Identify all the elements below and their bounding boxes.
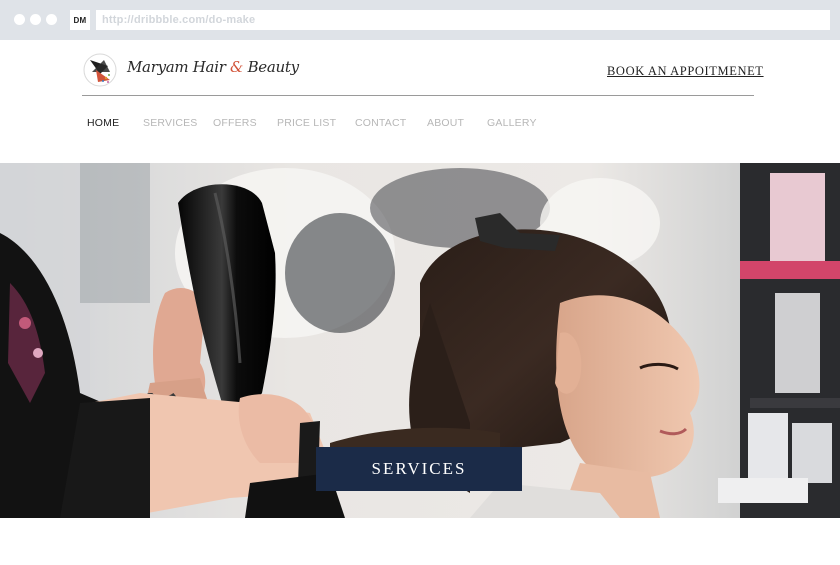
- header-divider: [82, 95, 754, 96]
- nav-item-services[interactable]: SERVICES: [143, 117, 198, 129]
- nav-item-about[interactable]: ABOUT: [427, 117, 464, 129]
- nav-item-home[interactable]: HOME: [87, 117, 119, 129]
- address-bar[interactable]: http://dribbble.com/do-make: [96, 10, 830, 30]
- nav-item-gallery[interactable]: GALLERY: [487, 117, 537, 129]
- browser-chrome: DM http://dribbble.com/do-make: [0, 0, 840, 40]
- logo-text-end: Beauty: [243, 58, 300, 76]
- services-button[interactable]: SERVICES: [316, 447, 522, 491]
- window-close-dot[interactable]: [14, 14, 25, 25]
- nav-item-offers[interactable]: OFFERS: [213, 117, 257, 129]
- logo-text-main: Maryam Hair: [127, 58, 231, 76]
- logo-ampersand: &: [230, 58, 244, 76]
- nav-item-price-list[interactable]: PRICE LIST: [277, 117, 336, 129]
- logo-icon[interactable]: [82, 52, 118, 88]
- site-favicon: DM: [70, 10, 90, 30]
- logo-wordmark[interactable]: Maryam Hair & Beauty: [127, 58, 299, 76]
- book-appointment-link[interactable]: BOOK AN APPOITMENET: [607, 64, 764, 79]
- window-minimize-dot[interactable]: [30, 14, 41, 25]
- window-maximize-dot[interactable]: [46, 14, 57, 25]
- nav-item-contact[interactable]: CONTACT: [355, 117, 406, 129]
